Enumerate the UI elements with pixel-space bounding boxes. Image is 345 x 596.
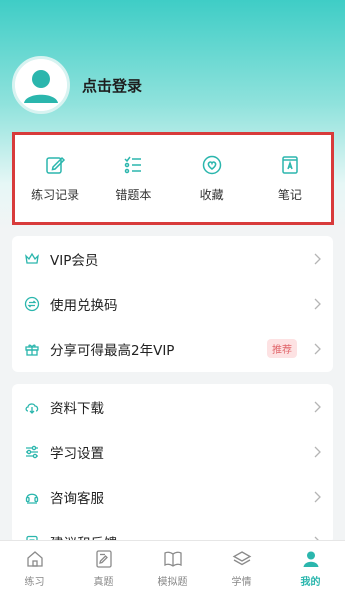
menu-item-label: 资料下载 <box>50 400 104 417</box>
headset-icon <box>25 493 39 504</box>
sliders-icon <box>26 445 38 458</box>
notebook-icon <box>282 155 298 174</box>
tab-mine[interactable]: 我的 <box>281 549 341 588</box>
menu-item-label: 分享可得最高2年VIP <box>50 342 175 359</box>
edit-icon <box>46 156 66 174</box>
tab-learning-status[interactable]: 学情 <box>212 549 272 588</box>
quick-action-wrong-questions[interactable]: 错题本 <box>98 154 168 203</box>
menu-card-membership: VIP会员 使用兑换码 分享可得最高2年VIP 推荐 <box>12 236 333 372</box>
avatar[interactable] <box>12 56 70 114</box>
menu-item-label: 使用兑换码 <box>50 297 118 314</box>
tab-label: 学情 <box>231 577 252 588</box>
menu-item-label: VIP会员 <box>50 252 99 269</box>
quick-action-label: 收藏 <box>199 187 224 202</box>
download-cloud-icon <box>25 402 39 414</box>
gift-icon <box>25 343 39 356</box>
layers-icon <box>232 551 251 566</box>
menu-item-downloads[interactable]: 资料下载 <box>12 384 333 429</box>
menu-item-share-vip[interactable]: 分享可得最高2年VIP 推荐 <box>12 326 333 371</box>
book-open-icon <box>163 551 182 567</box>
tab-mock-exams[interactable]: 模拟题 <box>143 549 203 588</box>
list-check-icon <box>124 156 142 173</box>
chevron-right-icon <box>314 401 321 412</box>
crown-icon <box>25 252 39 264</box>
chevron-right-icon <box>314 298 321 309</box>
menu-item-redeem-code[interactable]: 使用兑换码 <box>12 281 333 326</box>
chevron-right-icon <box>314 343 321 354</box>
tab-practice[interactable]: 练习 <box>5 549 65 588</box>
chevron-right-icon <box>314 446 321 457</box>
tab-label: 真题 <box>93 577 114 588</box>
quick-action-practice-record[interactable]: 练习记录 <box>20 154 90 203</box>
menu-item-label: 咨询客服 <box>50 490 104 507</box>
home-icon <box>26 551 43 567</box>
menu-item-vip[interactable]: VIP会员 <box>12 236 333 281</box>
chevron-right-icon <box>314 491 321 502</box>
profile-header[interactable]: 点击登录 <box>12 56 142 114</box>
tab-label: 模拟题 <box>157 577 188 588</box>
menu-card-services: 资料下载 学习设置 咨询客服 建议和反馈 <box>12 384 333 544</box>
bottom-tab-bar: 练习 真题 模拟题 学情 我的 <box>0 540 345 596</box>
tab-label: 我的 <box>300 577 321 588</box>
menu-item-study-settings[interactable]: 学习设置 <box>12 429 333 474</box>
heart-icon <box>202 155 221 174</box>
recommend-badge: 推荐 <box>267 339 297 358</box>
exchange-icon <box>24 296 40 311</box>
quick-action-label: 错题本 <box>115 187 152 202</box>
quick-action-label: 练习记录 <box>31 187 80 202</box>
exam-paper-icon <box>95 550 112 568</box>
tab-past-exams[interactable]: 真题 <box>74 549 134 588</box>
tab-label: 练习 <box>24 577 45 588</box>
menu-item-label: 学习设置 <box>50 445 104 462</box>
menu-item-customer-service[interactable]: 咨询客服 <box>12 474 333 519</box>
quick-action-label: 笔记 <box>277 187 302 202</box>
quick-action-notes[interactable]: 笔记 <box>255 154 325 203</box>
login-link[interactable]: 点击登录 <box>82 75 142 96</box>
chevron-right-icon <box>314 253 321 264</box>
quick-actions-card: 练习记录 错题本 收藏 笔记 <box>12 132 333 224</box>
user-avatar-icon <box>15 59 67 111</box>
quick-action-favorites[interactable]: 收藏 <box>177 154 247 203</box>
user-icon <box>303 551 318 567</box>
